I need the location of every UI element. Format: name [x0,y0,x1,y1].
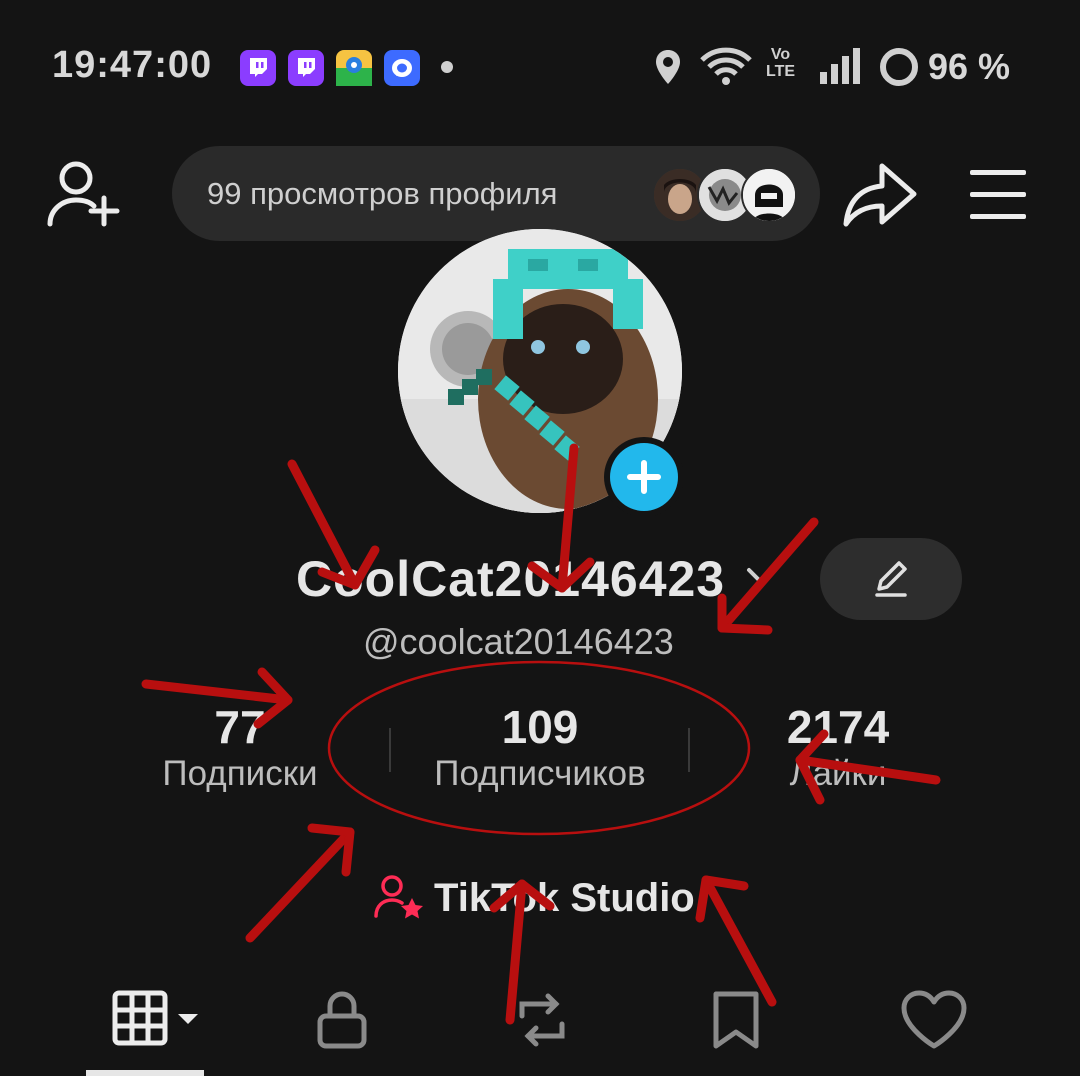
messenger-icon [384,50,420,86]
stat-label: Подписчиков [434,754,646,793]
wifi-icon [700,46,752,91]
active-tab-indicator [86,1070,204,1076]
user-handle: @coolcat20146423 [363,621,674,662]
studio-icon [374,874,426,925]
twitch-icon [240,50,276,86]
profile-views-label: 99 просмотров профиля [207,176,558,211]
pencil-icon [875,561,907,597]
annotation-arrow [245,827,355,943]
stat-likes[interactable]: 2174 Лайки [728,700,948,794]
stat-followers[interactable]: 109 Подписчиков [400,700,680,794]
menu-icon[interactable] [968,168,1028,227]
add-avatar-button[interactable] [604,437,684,517]
location-icon [652,48,684,91]
edit-profile-button[interactable] [820,538,962,620]
heart-icon[interactable] [900,990,968,1055]
plus-icon [610,443,678,511]
annotation-arrow-head [307,823,355,877]
viewer-avatar [741,167,797,223]
display-name[interactable]: CoolCat20146423 [296,550,725,608]
signal-icon [818,48,862,89]
repost-icon[interactable] [512,990,572,1055]
maps-app-icon [336,50,372,86]
annotation-arrow [141,679,293,705]
status-time: 19:47:00 [52,44,213,86]
stat-value: 77 [214,701,266,753]
lock-icon[interactable] [316,990,368,1055]
bookmark-icon[interactable] [710,990,762,1055]
stat-label: Подписки [162,754,318,793]
annotation-arrow-head [717,593,773,635]
battery-ring-icon [879,47,919,92]
stat-value: 2174 [786,701,890,753]
volte-indicator: Vo LTE [766,46,795,80]
share-icon[interactable] [842,162,918,233]
tiktok-studio-link[interactable]: TikTok Studio [434,876,695,921]
stat-divider [389,728,391,772]
stat-following[interactable]: 77 Подписки [130,700,350,794]
grid-icon[interactable] [112,990,202,1053]
annotation-arrow-head [695,875,749,923]
stat-divider [688,728,690,772]
twitch-icon [288,50,324,86]
battery-percent: 96 % [928,46,1011,87]
stat-label: Лайки [789,754,887,793]
volte-bottom: LTE [766,63,796,80]
more-notifications-dot [441,61,453,73]
chevron-down-icon[interactable] [746,566,776,591]
volte-top: Vo [770,46,791,63]
stat-value: 109 [501,701,579,753]
annotation-arrow [701,875,777,1007]
add-friend-icon[interactable] [46,160,122,233]
